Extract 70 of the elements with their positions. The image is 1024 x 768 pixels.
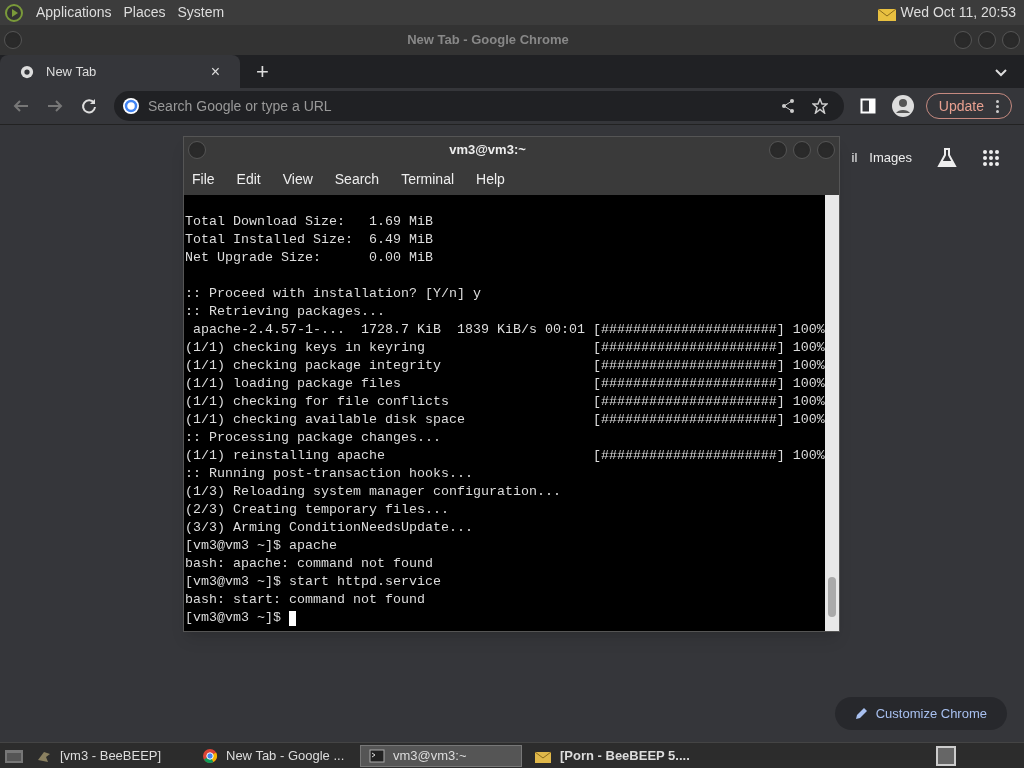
pencil-icon	[854, 707, 868, 720]
terminal-line: Net Upgrade Size: 0.00 MiB	[185, 249, 434, 267]
terminal-line: :: Running post-transaction hooks...	[185, 465, 474, 483]
window-title: vm3@vm3:~	[448, 141, 527, 160]
clock: Wed Oct 11, 20:53	[900, 3, 1016, 22]
close-tab-button[interactable]: ×	[210, 59, 220, 84]
terminal-prompt: [vm3@vm3 ~]$	[185, 609, 282, 627]
terminal-line: :: Processing package changes...	[185, 429, 442, 447]
taskbar-button[interactable]: [vm3 - BeeBEEP]	[28, 744, 190, 767]
terminal-line: (3/3) Arming ConditionNeedsUpdate...	[185, 519, 474, 537]
browser-tab[interactable]: New Tab ×	[0, 55, 240, 88]
terminal-line: (1/3) Reloading system manager configuration...	[185, 483, 562, 501]
terminal-line: Total Download Size: 1.69 MiB	[185, 213, 434, 231]
close-button[interactable]	[817, 141, 835, 159]
address-field[interactable]: Search Google or type a URL	[148, 95, 772, 117]
terminal-line: (1/1) checking package integrity [######################] 100%	[185, 357, 825, 375]
terminal-line: Total Installed Size: 6.49 MiB	[185, 231, 434, 249]
terminal-line: apache-2.4.57-1-... 1728.7 KiB 1839 KiB/s 00:01 [######################] 100%	[192, 321, 825, 339]
apps-grid-icon[interactable]	[982, 149, 1000, 167]
star-icon[interactable]	[811, 98, 828, 114]
taskbar-button[interactable]: New Tab - Google ...	[194, 744, 356, 767]
flask-icon[interactable]	[936, 147, 958, 169]
profile-icon[interactable]	[891, 95, 914, 117]
terminal-line: :: Retrieving packages...	[185, 303, 386, 321]
terminal-line: bash: apache: command not found	[185, 555, 434, 573]
chrome-icon	[202, 747, 218, 764]
terminal-line: (1/1) checking available disk space [######################] 100%	[185, 411, 825, 429]
window-menu-button[interactable]	[4, 31, 22, 49]
chrome-icon	[20, 64, 34, 79]
menu-item[interactable]: Search	[334, 168, 380, 190]
panel-menu[interactable]: Places	[123, 2, 166, 23]
workspace-switcher[interactable]	[936, 745, 956, 766]
menu-item[interactable]: File	[192, 168, 215, 190]
terminal-line: (1/1) checking for file conflicts [######################] 100%	[185, 393, 825, 411]
panel-menu[interactable]: Applications	[36, 2, 112, 23]
maximize-button[interactable]	[978, 31, 996, 49]
window-title: New Tab - Google Chrome	[406, 31, 570, 50]
minimize-button[interactable]	[769, 141, 787, 159]
maximize-button[interactable]	[793, 141, 811, 159]
terminal-line: [vm3@vm3 ~]$ apache	[185, 537, 338, 555]
terminal-line: (1/1) checking keys in keyring [######################] 100%	[185, 339, 825, 357]
minimize-button[interactable]	[954, 31, 972, 49]
terminal-line: (1/1) loading package files [######################] 100%	[185, 375, 825, 393]
address-bar[interactable]: Search Google or type a URL	[114, 91, 844, 121]
taskbar-button[interactable]: [Porn - BeeBEEP 5....	[526, 744, 698, 767]
share-icon[interactable]	[779, 98, 796, 114]
taskbar-button[interactable]: vm3@vm3:~	[360, 744, 522, 767]
scrollbar[interactable]	[825, 195, 839, 631]
close-button[interactable]	[1002, 31, 1020, 49]
reload-icon[interactable]	[80, 97, 98, 115]
terminal-line: (2/3) Creating temporary files...	[185, 501, 450, 519]
panel-menu[interactable]: System	[177, 2, 225, 23]
terminal-icon	[369, 747, 385, 764]
terminal-line: :: Proceed with installation? [Y/n] y	[185, 285, 482, 303]
side-panel-icon[interactable]	[859, 98, 876, 114]
new-tab-button[interactable]: +	[256, 55, 269, 88]
terminal-line: [vm3@vm3 ~]$ start httpd.service	[185, 573, 442, 591]
google-icon	[122, 97, 140, 115]
menu-logo-icon[interactable]	[4, 2, 24, 23]
gmail-link[interactable]: il	[851, 148, 858, 168]
cursor	[289, 610, 296, 626]
menu-item[interactable]: Edit	[236, 168, 261, 190]
customize-chrome-button[interactable]: Customize Chrome	[834, 697, 1007, 730]
menu-item[interactable]: Help	[476, 168, 505, 190]
menu-item[interactable]: View	[282, 168, 313, 190]
terminal-line: (1/1) reinstalling apache [######################] 100%	[185, 447, 825, 465]
menu-item[interactable]: Terminal	[401, 168, 455, 190]
images-link[interactable]: Images	[869, 148, 912, 168]
window-menu-button[interactable]	[188, 141, 206, 159]
terminal-line: bash: start: command not found	[185, 591, 426, 609]
